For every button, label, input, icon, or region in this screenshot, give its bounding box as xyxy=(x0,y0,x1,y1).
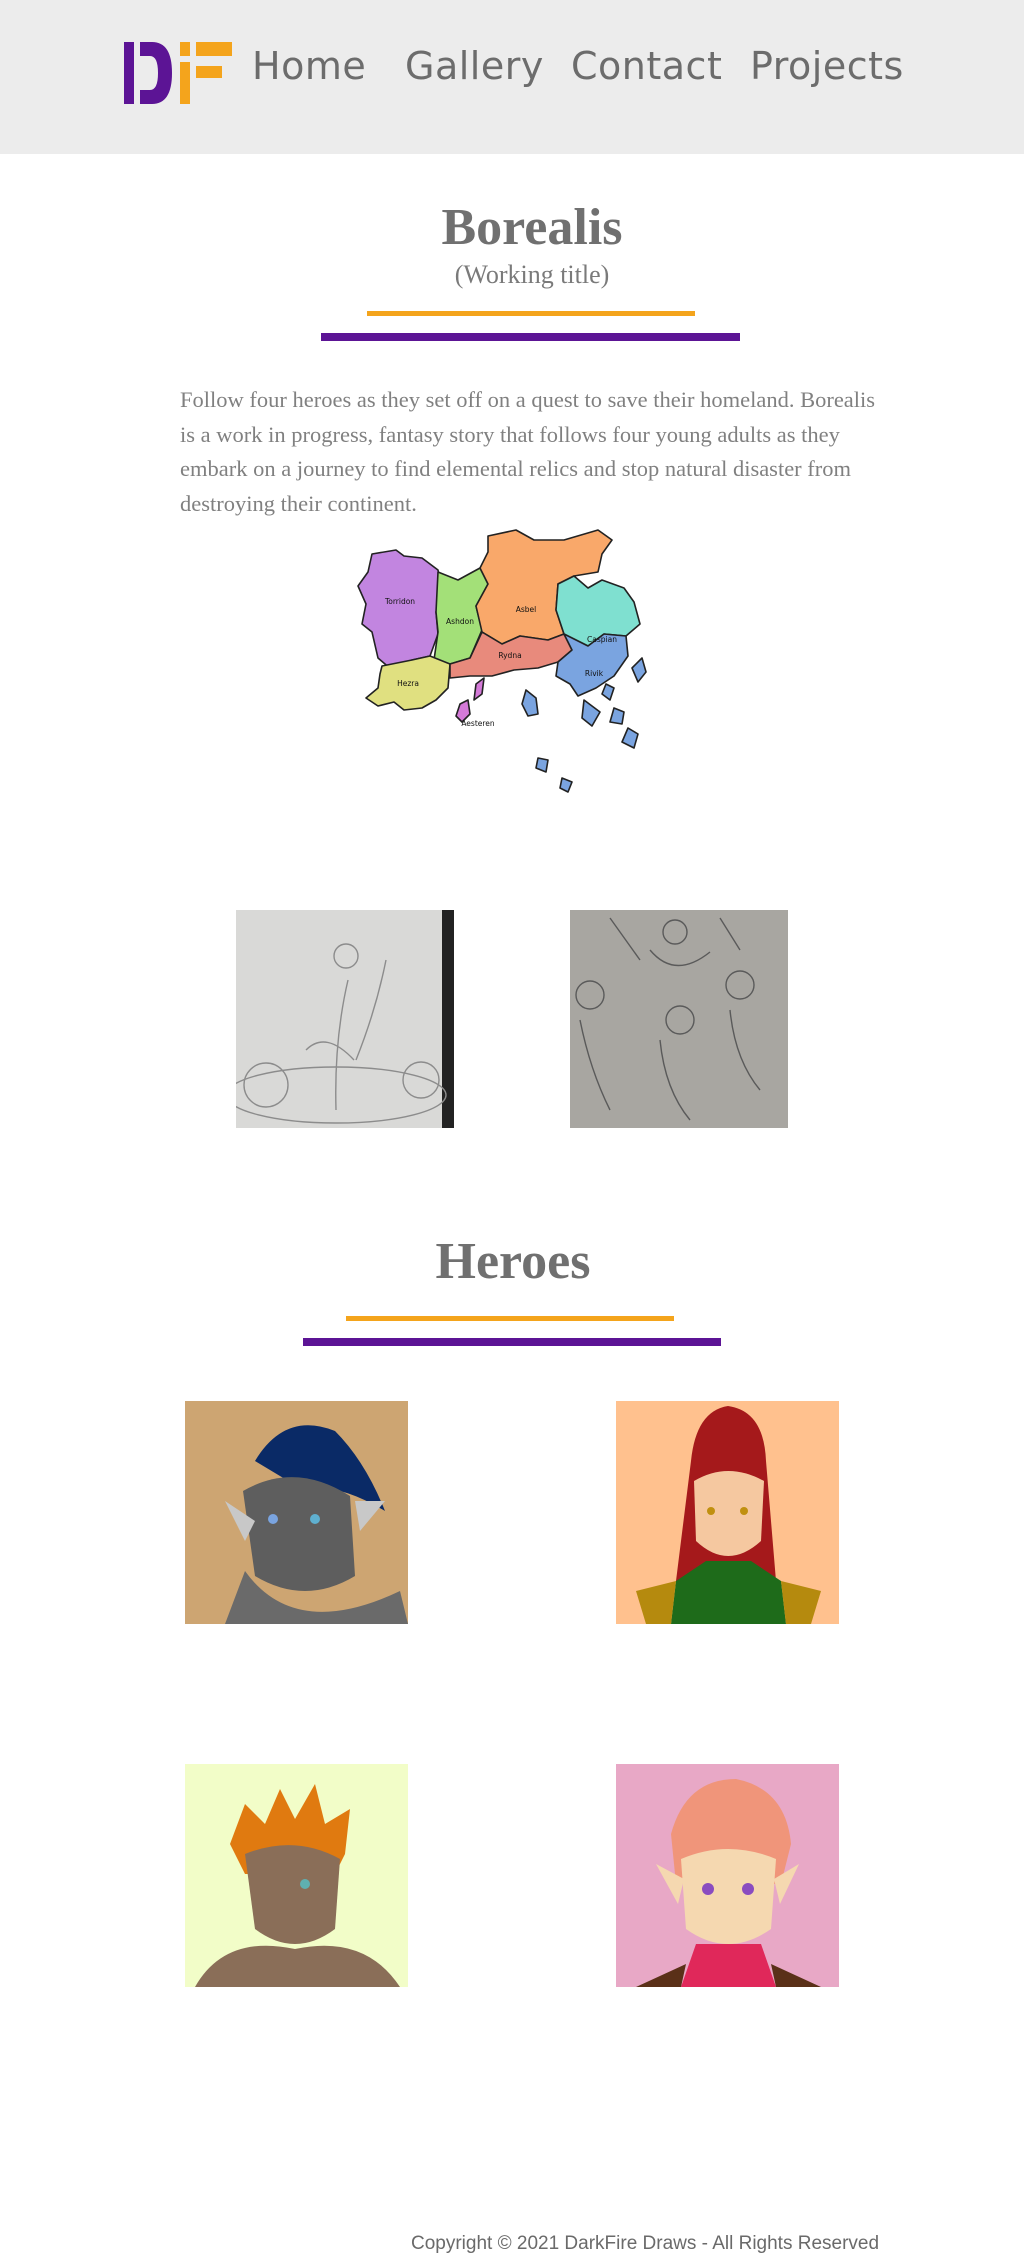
title-divider-gold xyxy=(367,311,695,316)
continent-map: Torridon Ashdon Asbel Caspian Hezra Rydn… xyxy=(357,529,647,793)
nav-contact[interactable]: Contact xyxy=(571,44,722,88)
map-region-torridon xyxy=(357,549,443,671)
heroes-divider-purple xyxy=(303,1338,721,1346)
heroes-heading: Heroes xyxy=(435,1233,591,1290)
nav-home[interactable]: Home xyxy=(252,44,366,88)
nav-gallery[interactable]: Gallery xyxy=(405,44,544,88)
map-label-caspian: Caspian xyxy=(587,635,617,644)
logo[interactable] xyxy=(124,42,232,104)
sketch-image-2[interactable] xyxy=(570,910,788,1128)
map-label-torridon: Torridon xyxy=(384,597,415,606)
hero-portrait-2[interactable] xyxy=(616,1401,839,1624)
hero-portrait-3[interactable] xyxy=(185,1764,408,1987)
map-region-aesteren xyxy=(455,677,485,723)
hero-portrait-1[interactable] xyxy=(185,1401,408,1624)
nav-projects[interactable]: Projects xyxy=(750,44,904,88)
map-label-rivik: Rivik xyxy=(585,669,604,678)
page-subtitle: (Working title) xyxy=(454,260,610,289)
map-label-aesteren: Aesteren xyxy=(461,719,495,728)
map-label-hezra: Hezra xyxy=(397,679,419,688)
footer-copyright: Copyright © 2021 DarkFire Draws - All Ri… xyxy=(411,2233,880,2254)
project-intro: Follow four heroes as they set off on a … xyxy=(180,387,876,516)
heroes-divider-gold xyxy=(346,1316,674,1321)
map-label-ashdon: Ashdon xyxy=(446,617,474,626)
site-header: Home Gallery Contact Projects xyxy=(0,0,1024,154)
title-divider-purple xyxy=(321,333,740,341)
map-label-asbel: Asbel xyxy=(516,605,537,614)
map-label-rydna: Rydna xyxy=(498,651,521,660)
hero-portrait-4[interactable] xyxy=(616,1764,839,1987)
sketch-image-1[interactable] xyxy=(225,910,454,1128)
page-title: Borealis xyxy=(441,199,623,256)
